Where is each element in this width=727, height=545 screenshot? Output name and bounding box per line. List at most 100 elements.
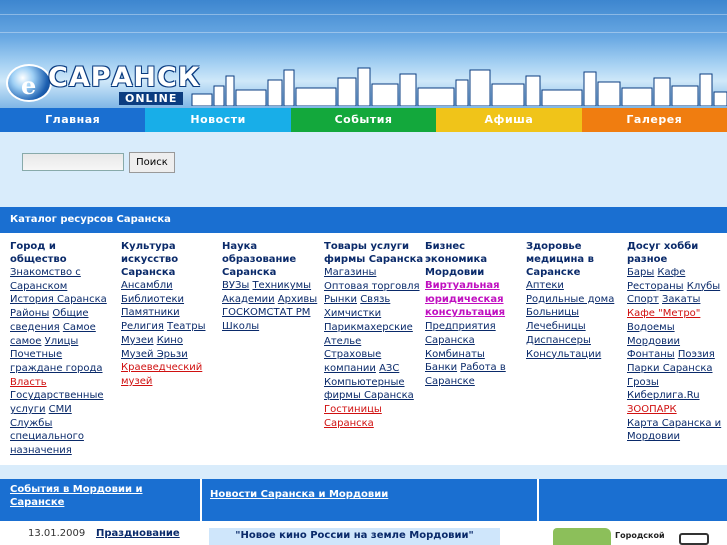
link-item[interactable]: Связь [360,294,390,305]
link-item[interactable]: Кино [157,335,183,346]
link-item[interactable]: Химчистки [324,308,381,319]
link-item[interactable]: Киберлига.Ru [627,390,700,401]
search-input[interactable] [22,153,124,171]
banner-cloud-line [0,32,727,33]
link-item[interactable]: Музей Эрьзи [121,349,188,360]
film-news-title[interactable]: "Новое кино России на земле Мордовии" [209,528,500,545]
city-banner[interactable]: Городской [553,528,723,545]
news-header: Новости Саранска и Мордовии [202,479,537,521]
catalog-column-business: Бизнес экономика Мордовии Виртуальная юр… [425,240,525,389]
link-item[interactable]: Религия [121,321,164,332]
events-header: События в Мордовии и Саранске [0,479,200,521]
section-divider [0,465,727,479]
link-item[interactable]: Аптеки [526,280,564,291]
column-title: Здоровье медицина в Саранске [526,241,594,278]
link-item[interactable]: Театры [167,321,205,332]
link-item[interactable]: Поэзия [678,349,715,360]
event-date: 13.01.2009 [28,528,86,539]
link-item[interactable]: Карта Саранска и Мордовии [627,418,721,443]
link-item[interactable]: Улицы [45,336,79,347]
link-item[interactable]: Мордовии [627,336,680,347]
link-item[interactable]: Банки [425,362,457,373]
link-item[interactable]: Спорт [627,294,659,305]
nav-afisha[interactable]: Афиша [436,108,582,132]
nav-home[interactable]: Главная [0,108,146,132]
link-item[interactable]: Рестораны [627,281,684,292]
link-item[interactable]: Больницы [526,307,579,318]
nav-events[interactable]: События [290,108,437,132]
link-item[interactable]: Грозы [627,377,659,388]
link-item[interactable]: Фонтаны [627,349,675,360]
link-item[interactable]: Клубы [687,281,720,292]
link-item[interactable]: Библиотеки [121,294,184,305]
column-title: Наука образование Саранска [222,241,297,278]
link-item[interactable]: Лечебницы [526,321,586,332]
city-banner-label: Городской [615,531,665,540]
link-item[interactable]: Парки Саранска [627,363,713,374]
news-title-link[interactable]: Новости Саранска и Мордовии [210,489,388,500]
link-item[interactable]: Знакомство с Саранском [10,267,81,292]
nav-gallery[interactable]: Галерея [581,108,727,132]
right-header [539,479,727,521]
link-item[interactable]: Власть [10,377,47,388]
events-title-link[interactable]: События в Мордовии и Саранске [10,484,143,508]
link-item[interactable]: Закаты [662,294,700,305]
link-item[interactable]: Парикмахерские [324,322,413,333]
main-nav: Главная Новости События Афиша Галерея [0,108,727,132]
column-title: Товары услуги фирмы Саранска [324,241,424,265]
city-skyline-icon [191,67,727,106]
search-button[interactable]: Поиск [129,152,175,173]
catalog-column-leisure: Досуг хобби разное Бары Кафе Рестораны К… [627,240,727,444]
site-logo[interactable]: e САРАНСК ONLINE [6,62,200,106]
link-item[interactable]: Районы [10,308,49,319]
link-item[interactable]: Комбинаты [425,349,485,360]
link-item[interactable]: Кафе [657,267,685,278]
link-item[interactable]: Ателье [324,336,361,347]
link-item[interactable]: Службы специального назначения [10,418,84,456]
logo-subtitle: ONLINE [119,92,184,105]
link-item[interactable]: История Саранска [10,294,107,305]
catalog-column-city: Город и общество Знакомство с Саранском … [10,240,110,458]
link-item[interactable]: Школы [222,321,259,332]
column-title: Бизнес экономика Мордовии [425,241,488,278]
link-item[interactable]: Гостиницы Саранска [324,404,382,429]
search-area: Поиск [0,132,727,207]
catalog-column-culture: Культура искусство Саранска Ансамбли Биб… [121,240,221,389]
event-link[interactable]: Празднование [96,528,180,539]
catalog-title: Каталог ресурсов Саранска [0,207,727,233]
link-item[interactable]: Памятники [121,307,180,318]
column-title: Досуг хобби разное [627,241,699,265]
link-item[interactable]: Рынки [324,294,357,305]
catalog-columns: Город и общество Знакомство с Саранском … [0,233,727,465]
link-item[interactable]: ЗООПАРК [627,404,677,415]
link-item[interactable]: Компьютерные фирмы Саранска [324,377,414,402]
catalog-column-science: Наука образование Саранска ВУЗы Техникум… [222,240,322,334]
link-item[interactable]: Кафе "Метро" [627,308,700,319]
link-item[interactable]: Водоемы [627,322,675,333]
link-item[interactable]: Ансамбли [121,280,173,291]
link-item[interactable]: Музеи [121,335,154,346]
link-item[interactable]: Диспансеры [526,335,591,346]
link-item[interactable]: Академии [222,294,275,305]
catalog-column-health: Здоровье медицина в Саранске Аптеки Роди… [526,240,626,361]
link-item[interactable]: Консультации [526,349,601,360]
link-item[interactable]: Страховые компании [324,349,381,374]
link-item[interactable]: Архивы [278,294,317,305]
link-item[interactable]: Магазины [324,267,376,278]
map-icon [553,528,611,545]
banner-cloud-line [0,14,727,15]
link-item[interactable]: Краеведческий музей [121,362,202,387]
catalog-column-goods: Товары услуги фирмы Саранска Магазины Оп… [324,240,424,430]
link-item[interactable]: СМИ [49,404,72,415]
nav-news[interactable]: Новости [145,108,291,132]
link-item[interactable]: Техникумы [252,280,311,291]
link-item[interactable]: ВУЗы [222,280,249,291]
link-item[interactable]: Родильные дома [526,294,614,305]
link-item[interactable]: АЗС [379,363,399,374]
link-item[interactable]: Оптовая торговля [324,281,420,292]
link-item[interactable]: Почетные граждане города [10,349,103,374]
link-item[interactable]: Бары [627,267,654,278]
link-item[interactable]: Виртуальная юридическая консультация [425,280,505,318]
link-item[interactable]: ГОСКОМСТАТ РМ [222,307,310,318]
link-item[interactable]: Предприятия Саранска [425,321,496,346]
